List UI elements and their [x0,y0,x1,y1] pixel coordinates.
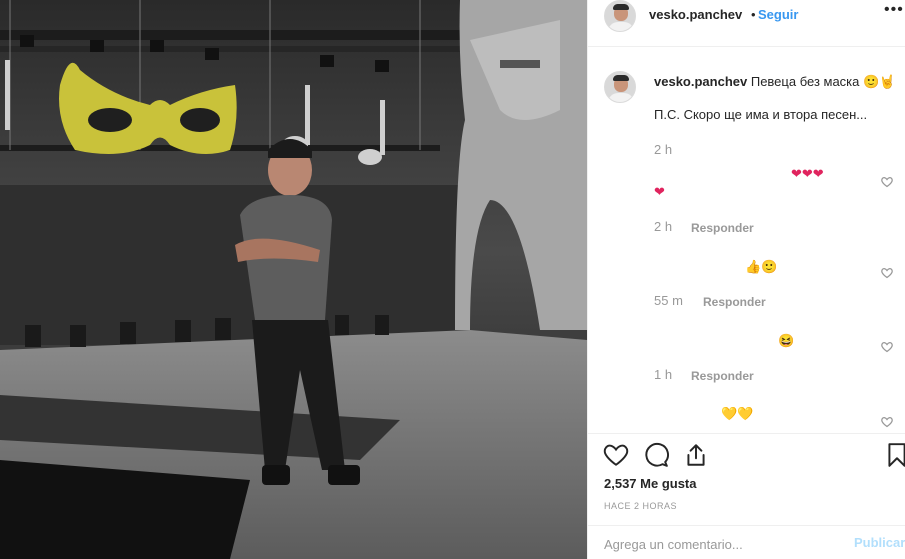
follow-button[interactable]: Seguir [758,7,798,22]
post-time: HACE 2 HORAS [604,501,678,511]
more-options-icon[interactable]: ••• [884,1,904,19]
heart-outline-icon[interactable] [603,442,629,468]
caption-avatar[interactable] [604,71,636,103]
reply-button[interactable]: Responder [703,295,766,309]
caption-username[interactable]: vesko.panchev [654,74,747,89]
comment-text: 😆 [778,333,795,348]
share-icon[interactable] [683,442,709,468]
comments-list[interactable]: vesko.panchev Певеца без маска 🙂🤘 П.С. С… [588,48,905,433]
post-header: vesko.panchev • Seguir ••• [588,0,905,47]
caption-text: vesko.panchev Певеца без маска 🙂🤘 [654,73,895,91]
comment-input[interactable] [604,535,834,553]
reply-button[interactable]: Responder [691,369,754,383]
caption-body: Певеца без маска [750,74,860,89]
comment-bubble-icon[interactable] [643,442,669,468]
caption-time: 2 h [654,142,673,157]
user-avatar[interactable] [604,0,636,32]
instagram-post-modal: vesko.panchev • Seguir ••• vesko.panchev… [0,0,905,559]
publish-button[interactable]: Publicar [854,535,905,550]
add-comment-bar: Publicar [588,525,905,559]
like-comment-icon[interactable] [881,176,893,188]
comment-time: 1 h [654,367,673,382]
like-comment-icon[interactable] [881,267,893,279]
comment-text: 👍🙂 [745,259,778,274]
comment-text: 💛💛 [721,406,754,421]
comment-text: ❤ [654,184,665,199]
post-username[interactable]: vesko.panchev [649,7,742,22]
post-photo[interactable] [0,0,587,559]
comment-time: 2 h [654,219,673,234]
comment-text: ❤❤❤ [791,166,824,181]
bookmark-icon[interactable] [884,442,905,468]
like-comment-icon[interactable] [881,341,893,353]
likes-count[interactable]: 2,537 Me gusta [604,476,697,491]
reply-button[interactable]: Responder [691,221,754,235]
like-comment-icon[interactable] [881,416,893,428]
separator-dot: • [751,7,756,22]
post-sidebar: vesko.panchev • Seguir ••• vesko.panchev… [587,0,905,559]
caption-emoji: 🙂🤘 [863,74,896,89]
caption-line-2: П.С. Скоро ще има и втора песен... [654,107,868,122]
comment-time: 55 m [654,293,683,308]
